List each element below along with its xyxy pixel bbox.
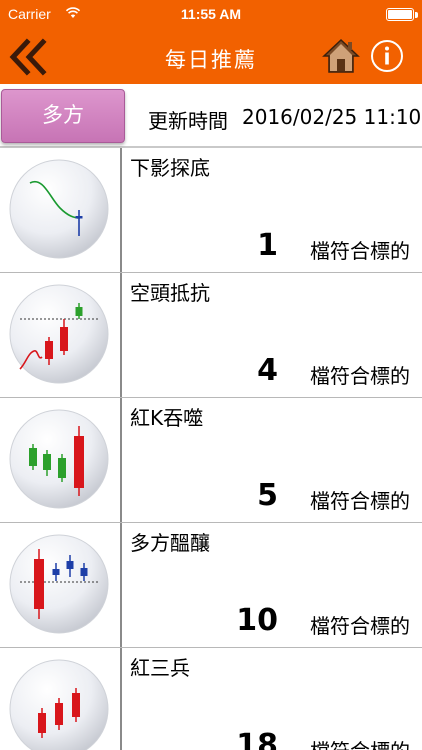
row-count: 18 (236, 728, 278, 750)
row-count: 5 (257, 478, 278, 513)
row-suffix: 檔符合標的 (310, 735, 410, 750)
red-engulfing-chart-icon (9, 409, 109, 509)
row-title: 紅K吞噬 (130, 406, 204, 430)
sub-header: 多方 更新時間 2016/02/25 11:10 (0, 84, 422, 148)
list-item[interactable]: 紅K吞噬 5 檔符合標的 (0, 398, 422, 523)
battery-icon (386, 8, 414, 21)
row-count: 10 (236, 603, 278, 638)
info-icon[interactable] (370, 39, 404, 73)
list-item[interactable]: 空頭抵抗 4 檔符合標的 (0, 273, 422, 398)
row-count: 1 (257, 228, 278, 263)
status-bar: Carrier 11:55 AM (0, 0, 422, 30)
signal-list: 下影探底 1 檔符合標的 空頭抵抗 4 檔符合標的 紅K吞噬 5 檔符合標的 多… (0, 148, 422, 750)
nav-bar: 每日推薦 (0, 30, 422, 84)
row-title: 下影探底 (130, 156, 210, 180)
row-title: 多方醞釀 (130, 531, 210, 555)
home-icon[interactable] (322, 38, 360, 74)
row-suffix: 檔符合標的 (310, 239, 410, 263)
row-suffix: 檔符合標的 (310, 489, 410, 513)
row-title: 空頭抵抗 (130, 281, 210, 305)
row-suffix: 檔符合標的 (310, 614, 410, 638)
list-item[interactable]: 多方醞釀 10 檔符合標的 (0, 523, 422, 648)
row-title: 紅三兵 (130, 656, 190, 680)
battery-tip (415, 12, 418, 18)
update-time-label: 更新時間 (148, 109, 228, 133)
row-suffix: 檔符合標的 (310, 364, 410, 388)
bear-resistance-chart-icon (9, 284, 109, 384)
list-item[interactable]: 下影探底 1 檔符合標的 (0, 148, 422, 273)
bull-brewing-chart-icon (9, 534, 109, 634)
clock: 11:55 AM (180, 6, 242, 22)
lower-shadow-chart-icon (9, 159, 109, 259)
tab-long[interactable]: 多方 (1, 89, 125, 143)
update-time-value: 2016/02/25 11:10 (242, 105, 422, 129)
three-red-soldiers-chart-icon (9, 659, 109, 750)
list-item[interactable]: 紅三兵 18 檔符合標的 (0, 648, 422, 750)
row-count: 4 (257, 353, 278, 388)
